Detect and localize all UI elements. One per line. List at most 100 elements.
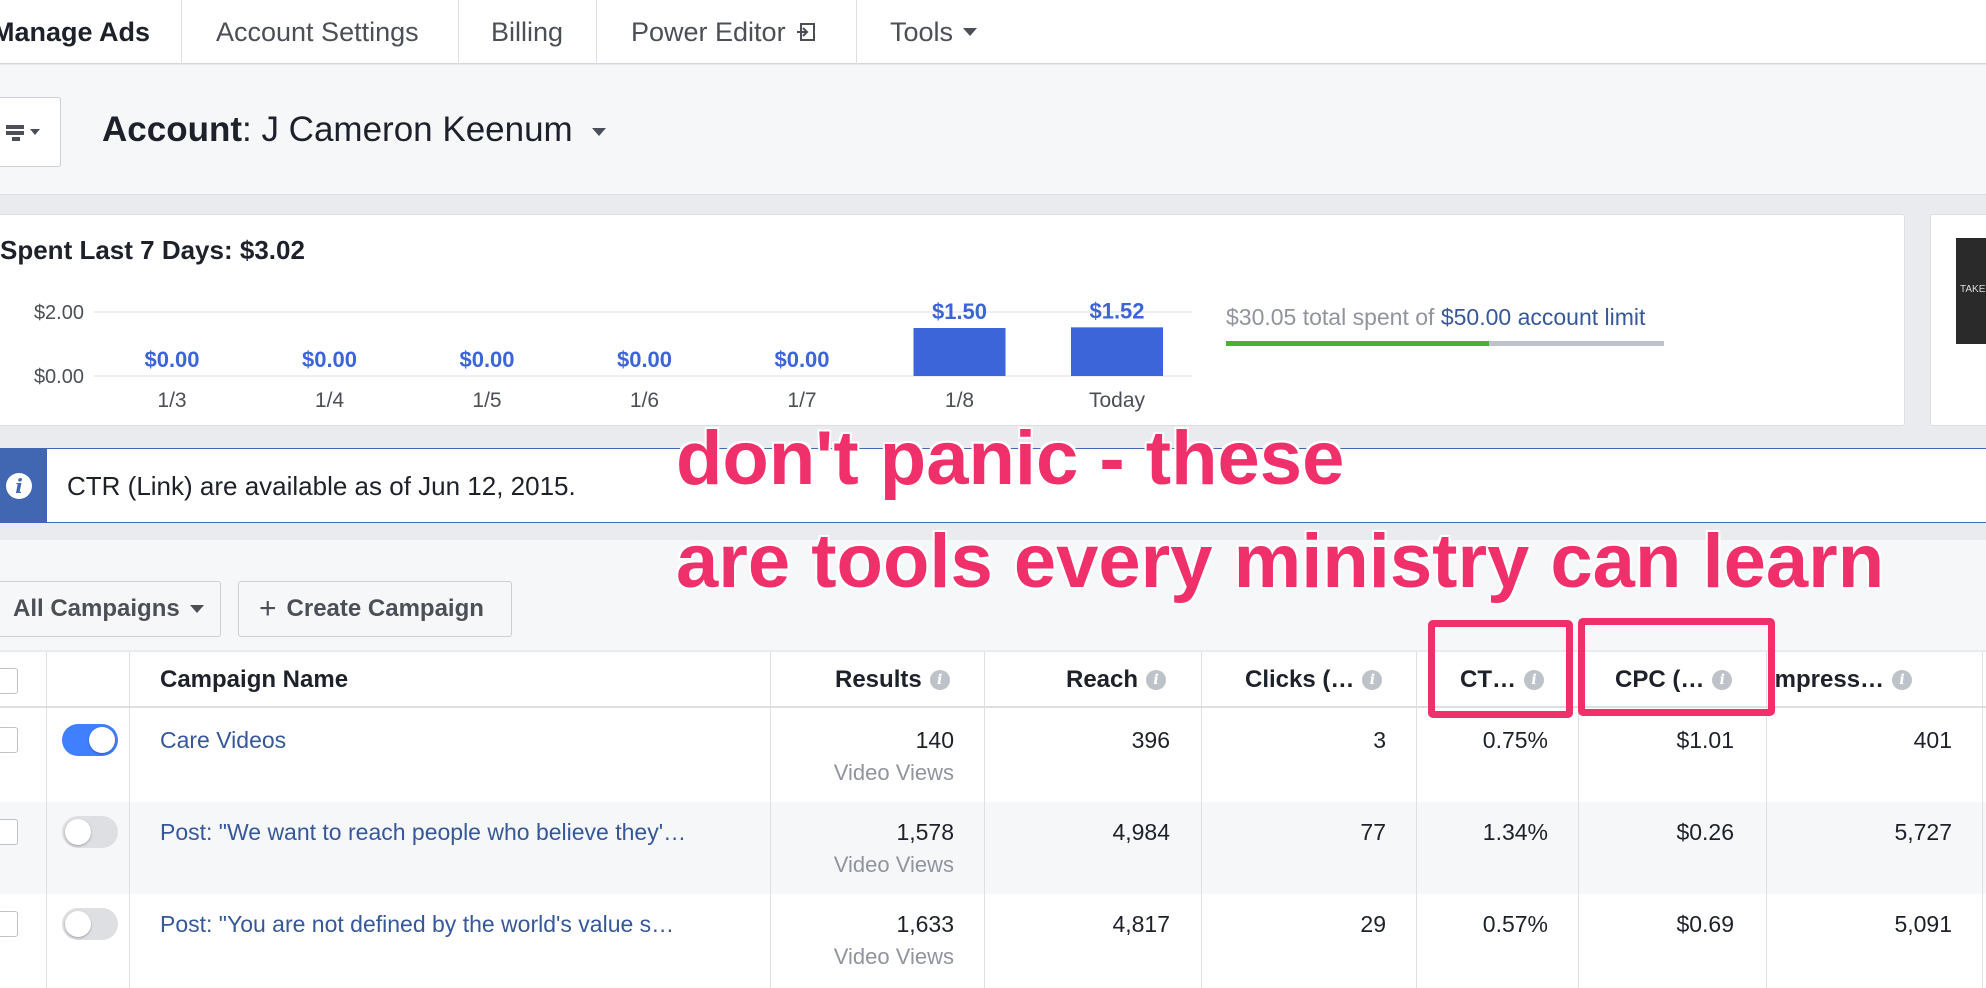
header-label: Impress… <box>1768 666 1885 693</box>
x-tick-label: 1/4 <box>315 389 345 412</box>
toggle-knob <box>65 911 91 937</box>
bar-value-label: $0.00 <box>302 347 357 372</box>
x-tick-label: 1/3 <box>157 389 186 412</box>
info-icon[interactable]: i <box>1362 670 1383 690</box>
bar-value-label: $0.00 <box>144 347 199 372</box>
info-icon[interactable]: i <box>929 670 950 690</box>
account-menu-button[interactable] <box>0 97 61 167</box>
row-checkbox[interactable] <box>0 727 18 753</box>
row-checkbox[interactable] <box>0 819 18 845</box>
ctr-cell: 0.57% <box>1482 911 1548 937</box>
account-selector[interactable]: Account: J Cameron Keenum <box>102 110 607 150</box>
impressions-cell: 401 <box>1913 727 1952 753</box>
tab-label: Account Settings <box>216 16 419 47</box>
campaign-name-link[interactable]: Post: "We want to reach people who belie… <box>160 819 686 846</box>
header-campaign-name[interactable]: Campaign Name <box>160 652 348 708</box>
info-icon: i <box>0 449 47 522</box>
clicks-cell: 29 <box>1360 911 1386 937</box>
create-campaign-button[interactable]: + Create Campaign <box>238 581 512 637</box>
chart-bar <box>913 328 1006 376</box>
y-tick-label: $2.00 <box>34 302 84 324</box>
x-tick-label: 1/7 <box>787 389 816 412</box>
create-campaign-label: Create Campaign <box>286 595 484 622</box>
tab-label: Billing <box>491 16 564 47</box>
reach-cell: 4,817 <box>1112 911 1170 937</box>
table-row[interactable] <box>0 710 1986 802</box>
row-checkbox[interactable] <box>0 911 18 937</box>
external-link-icon <box>796 23 815 41</box>
tab-tools[interactable]: Tools <box>857 0 997 64</box>
toggle-knob <box>89 727 115 753</box>
column-divider <box>46 652 47 988</box>
chart-bar <box>1071 327 1163 376</box>
column-divider <box>984 652 985 988</box>
tab-billing[interactable]: Billing <box>459 0 597 64</box>
limit-progress-bar <box>1226 341 1664 346</box>
top-nav: Manage Ads Account Settings Billing Powe… <box>0 0 1986 64</box>
column-divider <box>770 652 771 988</box>
account-name: : J Cameron Keenum <box>242 110 573 149</box>
clicks-cell: 77 <box>1360 819 1386 845</box>
select-all-checkbox[interactable] <box>0 668 18 694</box>
ctr-cell: 0.75% <box>1482 727 1548 753</box>
chevron-down-icon <box>592 127 607 136</box>
campaign-name-link[interactable]: Post: "You are not defined by the world'… <box>160 911 674 938</box>
chevron-down-icon <box>189 605 204 613</box>
results-cell: 1,578 Video Views <box>780 819 954 878</box>
results-value: 1,633 <box>896 911 954 937</box>
campaign-toggle[interactable] <box>62 724 118 756</box>
account-header: Account: J Cameron Keenum <box>0 65 1986 195</box>
header-impressions[interactable]: Impress… i <box>1768 652 1913 708</box>
results-cell: 1,633 Video Views <box>780 911 954 970</box>
column-divider <box>129 652 130 988</box>
chevron-down-icon <box>963 28 978 36</box>
all-campaigns-dropdown[interactable]: All Campaigns <box>0 581 221 637</box>
table-row[interactable] <box>0 894 1986 986</box>
plus-icon: + <box>259 592 277 625</box>
results-type: Video Views <box>833 944 954 969</box>
header-results[interactable]: Results i <box>835 652 950 708</box>
table-row[interactable] <box>0 802 1986 894</box>
header-reach[interactable]: Reach i <box>1066 652 1167 708</box>
all-campaigns-label: All Campaigns <box>13 595 180 622</box>
thumbnail-text: TAKE <box>1960 284 1986 295</box>
notice-text: CTR (Link) are available as of Jun 12, 2… <box>67 471 576 501</box>
header-label: Results <box>835 666 922 693</box>
bar-value-label: $0.00 <box>617 347 672 372</box>
header-label: Campaign Name <box>160 666 349 693</box>
tab-manage-ads[interactable]: Manage Ads <box>0 0 182 64</box>
campaign-toggle[interactable] <box>62 816 118 848</box>
results-value: 1,578 <box>896 819 954 845</box>
column-divider <box>1982 652 1983 988</box>
account-limit-text[interactable]: $30.05 total spent of $50.00 account lim… <box>1226 304 1645 331</box>
ad-thumbnail[interactable]: TAKE <box>1956 238 1986 344</box>
x-tick-label: 1/6 <box>630 389 659 412</box>
x-tick-label: 1/8 <box>945 389 974 412</box>
bar-value-label: $1.52 <box>1089 298 1144 323</box>
reach-cell: 396 <box>1131 727 1170 753</box>
reach-cell: 4,984 <box>1112 819 1170 845</box>
tab-account-settings[interactable]: Account Settings <box>182 0 459 64</box>
annotation-line-1: don't panic - these <box>676 416 1345 501</box>
bar-value-label: $0.00 <box>459 347 514 372</box>
impressions-cell: 5,727 <box>1894 819 1952 845</box>
tab-label: Tools <box>890 16 954 47</box>
header-clicks[interactable]: Clicks (… i <box>1245 652 1383 708</box>
ctr-highlight-box <box>1428 620 1573 718</box>
tab-power-editor[interactable]: Power Editor <box>597 0 857 64</box>
spend-chart: $2.00 $0.00 $0.00 1/3 $0.00 1/4 $0.00 1/5 $0.00 1… <box>34 298 1192 412</box>
results-type: Video Views <box>833 760 954 785</box>
cpc-cell: $1.01 <box>1676 727 1734 753</box>
campaign-name-link[interactable]: Care Videos <box>160 727 286 754</box>
results-cell: 140 Video Views <box>780 727 954 786</box>
info-icon[interactable]: i <box>1146 670 1167 690</box>
clicks-cell: 3 <box>1373 727 1386 753</box>
results-type: Video Views <box>833 852 954 877</box>
menu-icon <box>5 125 40 141</box>
x-tick-label: 1/5 <box>472 389 501 412</box>
info-icon[interactable]: i <box>1892 670 1913 690</box>
x-tick-label: Today <box>1089 389 1146 412</box>
campaign-toggle[interactable] <box>62 908 118 940</box>
limit-value: $50.00 account limit <box>1440 304 1646 330</box>
tab-label: Power Editor <box>631 16 786 47</box>
